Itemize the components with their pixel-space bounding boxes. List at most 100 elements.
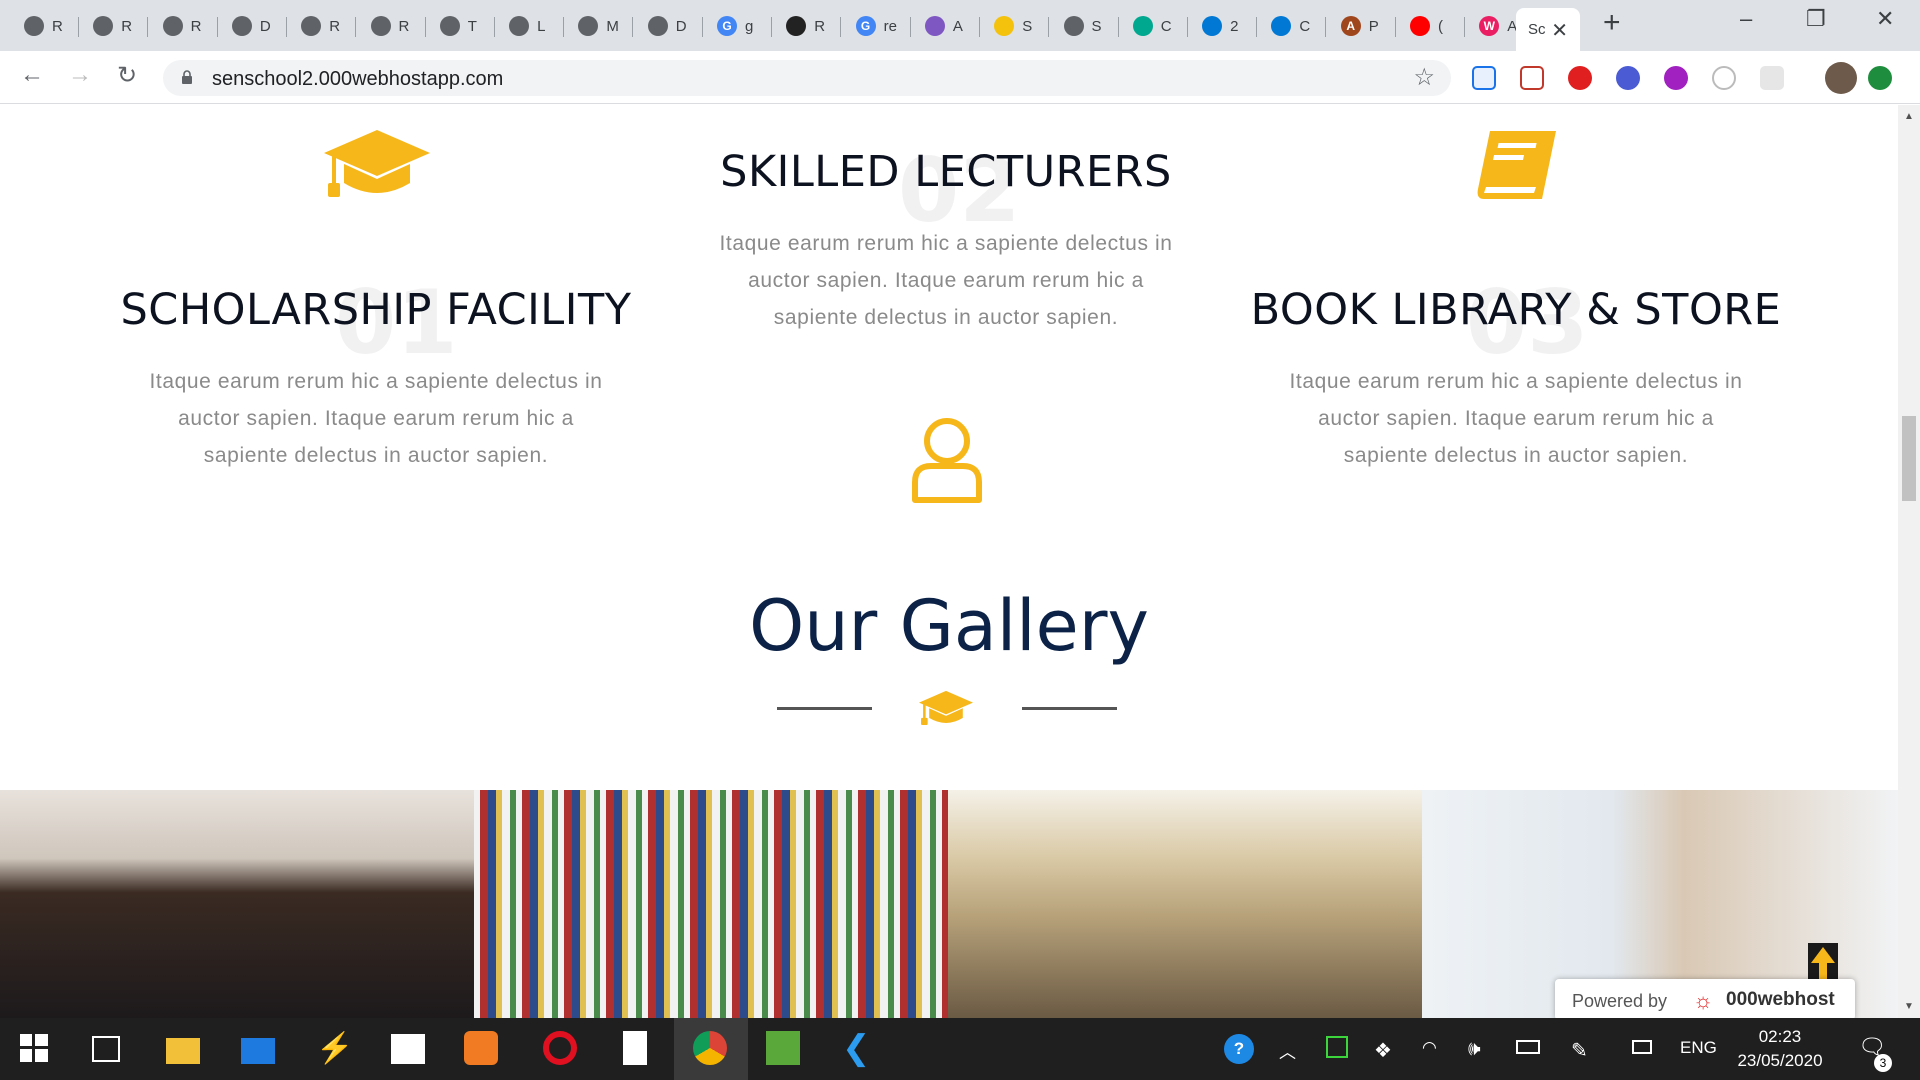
browser-tab[interactable]: T <box>426 9 495 43</box>
tab-title: M <box>606 17 619 35</box>
heart-favicon-icon <box>994 16 1015 36</box>
hotspot-app-icon[interactable] <box>1326 1036 1348 1058</box>
gallery-photo-classroom[interactable] <box>948 790 1422 1018</box>
close-tab-icon[interactable]: ✕ <box>1551 18 1568 43</box>
browser-tab[interactable]: S <box>980 9 1050 43</box>
visual-studio-icon[interactable]: ⚡ <box>316 1031 353 1065</box>
check-extension-icon[interactable] <box>1616 66 1640 90</box>
touch-keyboard-icon[interactable] <box>1632 1040 1652 1054</box>
tab-title: R <box>329 17 341 35</box>
store-icon[interactable] <box>391 1034 425 1064</box>
feature-lecturers: 02 SKILLED LECTURERS Itaque earum rerum … <box>670 139 1222 336</box>
globe-favicon-icon <box>509 16 530 36</box>
restore-button[interactable]: ❐ <box>1806 6 1826 32</box>
pen-icon[interactable]: ✎ <box>1571 1038 1588 1063</box>
vscode-icon[interactable]: ❮ <box>842 1031 876 1065</box>
wifi-icon[interactable]: ◠ <box>1422 1038 1437 1058</box>
back-button[interactable]: ← <box>20 61 44 89</box>
feature-description: Itaque earum rerum hic a sapiente delect… <box>1289 370 1743 467</box>
feature-title: SCHOLARSHIP FACILITY <box>120 285 632 335</box>
browser-tab[interactable]: D <box>218 9 287 43</box>
task-view-icon[interactable] <box>92 1036 120 1062</box>
forward-button[interactable]: → <box>68 61 92 89</box>
browser-tab[interactable]: R <box>10 9 79 43</box>
pocket-extension-icon[interactable] <box>1520 66 1544 90</box>
browser-tab[interactable]: R <box>79 9 149 43</box>
opera-icon[interactable] <box>543 1031 577 1065</box>
translate-extension-icon[interactable] <box>1472 66 1496 90</box>
new-tab-button[interactable]: + <box>1603 6 1621 40</box>
graduation-cap-icon <box>324 130 430 197</box>
grey-extension-icon[interactable] <box>1760 66 1784 90</box>
show-hidden-icons-icon[interactable]: ︿ <box>1279 1038 1296 1063</box>
browser-tab[interactable]: M <box>564 9 634 43</box>
tab-title: T <box>467 17 477 35</box>
volume-icon[interactable]: 🕪 <box>1468 1038 1481 1061</box>
browser-tab[interactable]: R <box>149 9 218 43</box>
dropbox-icon[interactable]: ❖ <box>1374 1038 1392 1063</box>
hosting-badge[interactable]: Powered by ☼ 000webhost <box>1555 979 1855 1018</box>
adblock-extension-icon[interactable] <box>1568 66 1592 90</box>
gallery-photo-library[interactable] <box>474 790 948 1018</box>
browser-tab[interactable]: R <box>357 9 426 43</box>
page-scrollbar[interactable]: ▲ ▼ <box>1898 105 1920 1018</box>
W-favicon-icon: W <box>1479 16 1500 36</box>
browser-tab[interactable]: D <box>634 9 703 43</box>
help-icon[interactable]: ? <box>1224 1034 1254 1064</box>
system-clock[interactable]: 02:23 23/05/2020 <box>1735 1025 1825 1073</box>
browser-tab[interactable]: C <box>1257 9 1327 43</box>
url-text: senschool2.000webhostapp.com <box>212 68 504 90</box>
image-editor-icon[interactable] <box>766 1031 800 1065</box>
purple-extension-icon[interactable] <box>1664 66 1688 90</box>
browser-tab[interactable]: ( <box>1396 9 1465 43</box>
tab-title: R <box>190 17 202 35</box>
browser-tab[interactable]: AP <box>1327 9 1396 43</box>
windows-start-icon[interactable] <box>20 1034 48 1062</box>
browser-tab-strip: R R R D R R T L M D Gg R Gre A S S C 2 C A P (W A Sc ✕ + – ❐ ✕ <box>0 0 1920 51</box>
feature-title: BOOK LIBRARY & STORE <box>1250 285 1782 335</box>
address-bar[interactable]: senschool2.000webhostapp.com ☆ <box>163 60 1451 96</box>
chrome-icon[interactable] <box>693 1031 727 1065</box>
browser-tab[interactable]: Gg <box>703 9 772 43</box>
browser-tab[interactable]: R <box>772 9 842 43</box>
active-tab[interactable]: Sc ✕ <box>1516 8 1580 51</box>
scroll-up-arrow[interactable]: ▲ <box>1904 111 1914 122</box>
file-explorer-icon[interactable] <box>166 1038 200 1064</box>
badge-brand: 000webhost <box>1726 989 1835 1010</box>
minimize-button[interactable]: – <box>1740 6 1752 32</box>
diamond-favicon-icon <box>1132 16 1153 36</box>
browser-tab[interactable]: S <box>1050 9 1119 43</box>
profile-avatar[interactable] <box>1825 62 1857 94</box>
capture-extension-icon[interactable] <box>1712 66 1736 90</box>
update-icon[interactable] <box>1868 66 1892 90</box>
globe-favicon-icon <box>439 16 460 36</box>
tab-title: re <box>883 17 897 35</box>
browser-tab[interactable]: R <box>287 9 357 43</box>
lock-icon <box>182 70 192 84</box>
close-window-button[interactable]: ✕ <box>1876 6 1894 32</box>
scroll-thumb[interactable] <box>1902 416 1916 501</box>
tab-title: A <box>952 17 963 35</box>
document-icon[interactable] <box>623 1031 647 1065</box>
language-indicator[interactable]: ENG <box>1680 1038 1717 1058</box>
battery-icon[interactable] <box>1516 1040 1540 1054</box>
user-icon <box>912 418 982 503</box>
browser-tab[interactable]: Gre <box>842 9 911 43</box>
reload-button[interactable]: ↻ <box>117 61 137 90</box>
scroll-down-arrow[interactable]: ▼ <box>1904 1001 1914 1012</box>
webhost-logo-icon: ☼ <box>1693 988 1714 1013</box>
globe-favicon-icon <box>1063 16 1084 36</box>
gallery-photo-students-group[interactable] <box>0 790 474 1018</box>
browser-tab[interactable]: A <box>911 9 980 43</box>
clock-date: 23/05/2020 <box>1737 1051 1823 1070</box>
bookmark-star-icon[interactable]: ☆ <box>1413 63 1435 92</box>
browser-tab[interactable]: L <box>495 9 565 43</box>
divider-right <box>1022 707 1117 710</box>
media-player-icon[interactable] <box>464 1031 498 1065</box>
feature-scholarship: 01 SCHOLARSHIP FACILITY Itaque earum rer… <box>100 271 652 474</box>
globe-favicon-icon <box>370 16 391 36</box>
browser-tab[interactable]: C <box>1119 9 1188 43</box>
mail-icon[interactable] <box>241 1038 275 1064</box>
browser-tab[interactable]: 2 <box>1188 9 1258 43</box>
browser-toolbar: ← → ↻ senschool2.000webhostapp.com ☆ <box>0 51 1920 104</box>
